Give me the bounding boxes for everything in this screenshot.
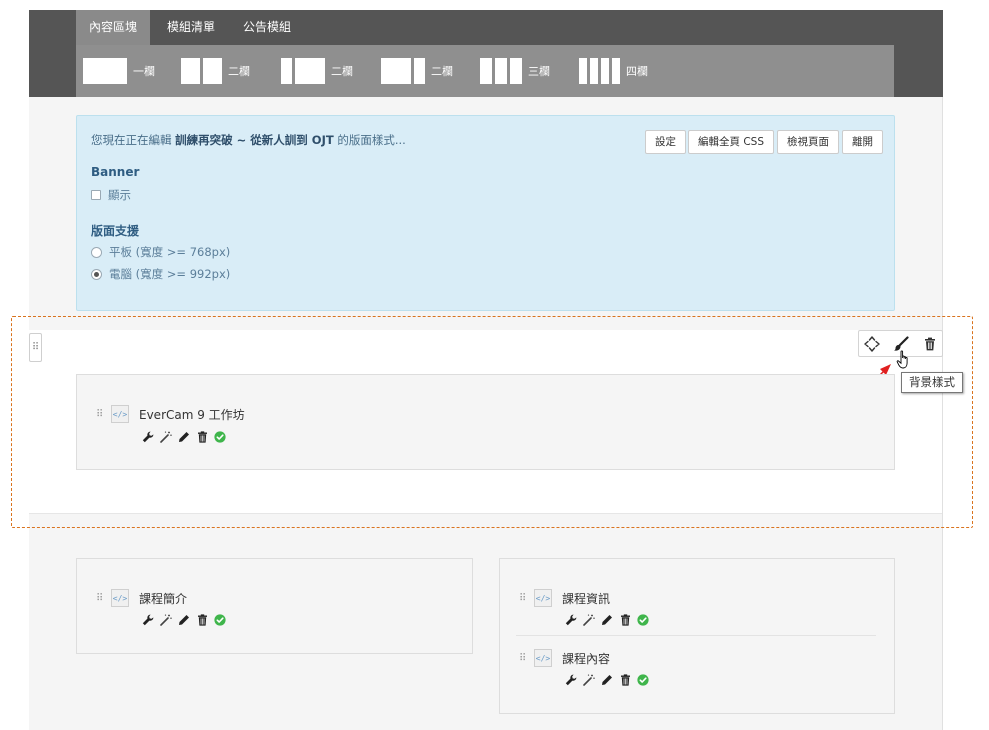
drag-handle-icon[interactable]: ⠿ <box>519 593 531 604</box>
page-settings-panel: 您現在正在編輯 訓練再突破 ~ 從新人訓到 OJT 的版面樣式... 設定 編輯… <box>76 115 895 311</box>
layout-label: 一欄 <box>133 65 155 78</box>
three-column-icon <box>480 58 522 84</box>
banner-show-label: 顯示 <box>108 188 131 202</box>
module-title: 課程內容 <box>562 651 611 666</box>
code-block-icon: </> <box>534 649 552 667</box>
magic-wand-icon[interactable] <box>583 674 595 686</box>
tablet-radio[interactable] <box>91 246 102 258</box>
trash-icon[interactable] <box>196 431 208 443</box>
module-actions <box>565 614 649 626</box>
tab-strip: 內容區塊 模組清單 公告模組 <box>76 10 894 45</box>
layout-one-column[interactable]: 一欄 <box>83 58 155 84</box>
column-layout-bar: 一欄 二欄 二欄 二欄 三欄 四欄 <box>76 45 894 97</box>
layout-label: 二欄 <box>331 65 353 78</box>
banner-show-checkbox[interactable] <box>91 190 101 200</box>
layout-support-title: 版面支援 <box>91 224 140 238</box>
code-block-icon: </> <box>534 589 552 607</box>
module-actions <box>142 431 226 443</box>
tablet-option[interactable]: 平板 (寬度 >= 768px) <box>91 244 230 260</box>
drag-handle-icon[interactable]: ⠿ <box>96 409 108 420</box>
desktop-option[interactable]: 電腦 (寬度 >= 992px) <box>91 266 230 282</box>
view-page-button[interactable]: 檢視頁面 <box>777 130 839 154</box>
layout-label: 四欄 <box>626 65 648 78</box>
tab-announcement-module[interactable]: 公告模組 <box>230 10 304 45</box>
module-actions <box>142 614 226 626</box>
module-title: 課程資訊 <box>562 591 611 606</box>
module-box-right-column <box>499 558 895 714</box>
tab-module-list[interactable]: 模組清單 <box>154 10 228 45</box>
module-evercam: ⠿ </> EverCam 9 工作坊 <box>96 405 245 423</box>
magic-wand-icon[interactable] <box>160 614 172 626</box>
layout-label: 二欄 <box>431 65 453 78</box>
pencil-icon[interactable] <box>601 614 613 626</box>
banner-show-option[interactable]: 顯示 <box>91 187 131 203</box>
settings-button[interactable]: 設定 <box>645 130 686 154</box>
check-circle-icon[interactable] <box>214 431 226 443</box>
drag-handle-icon[interactable]: ⠿ <box>519 653 531 664</box>
magic-wand-icon[interactable] <box>160 431 172 443</box>
wrench-icon[interactable] <box>565 674 577 686</box>
trash-icon[interactable] <box>619 674 631 686</box>
two-column-wide-right-icon <box>281 58 325 84</box>
wrench-icon[interactable] <box>142 614 154 626</box>
editing-notice: 您現在正在編輯 訓練再突破 ~ 從新人訓到 OJT 的版面樣式... <box>91 132 406 148</box>
banner-title: Banner <box>91 165 140 179</box>
module-actions <box>565 674 649 686</box>
module-title: EverCam 9 工作坊 <box>139 407 245 422</box>
one-column-icon <box>83 58 127 84</box>
check-circle-icon[interactable] <box>214 614 226 626</box>
layout-four-column[interactable]: 四欄 <box>579 58 648 84</box>
trash-icon[interactable] <box>619 614 631 626</box>
layout-two-column-wide-right[interactable]: 二欄 <box>281 58 353 84</box>
leave-button[interactable]: 離開 <box>842 130 883 154</box>
check-circle-icon[interactable] <box>637 614 649 626</box>
wrench-icon[interactable] <box>142 431 154 443</box>
code-block-icon: </> <box>111 405 129 423</box>
two-column-wide-left-icon <box>381 58 425 84</box>
desktop-label: 電腦 (寬度 >= 992px) <box>109 267 231 281</box>
layout-two-column-wide-left[interactable]: 二欄 <box>381 58 453 84</box>
module-intro: ⠿ </> 課程簡介 <box>96 589 187 607</box>
tablet-label: 平板 (寬度 >= 768px) <box>109 245 231 259</box>
desktop-radio[interactable] <box>91 268 102 280</box>
two-column-equal-icon <box>181 58 222 84</box>
pencil-icon[interactable] <box>601 674 613 686</box>
layout-label: 三欄 <box>528 65 550 78</box>
check-circle-icon[interactable] <box>637 674 649 686</box>
module-divider <box>516 635 876 636</box>
drag-handle-icon[interactable]: ⠿ <box>96 593 108 604</box>
four-column-icon <box>579 58 620 84</box>
module-content: ⠿ </> 課程內容 <box>519 649 610 667</box>
layout-label: 二欄 <box>228 65 250 78</box>
pencil-icon[interactable] <box>178 431 190 443</box>
tab-content-blocks[interactable]: 內容區塊 <box>76 10 151 45</box>
module-title: 課程簡介 <box>139 591 188 606</box>
editing-prefix: 您現在正在編輯 <box>91 133 172 147</box>
edit-css-button[interactable]: 編輯全頁 CSS <box>688 130 774 154</box>
pencil-icon[interactable] <box>178 614 190 626</box>
course-name: 訓練再突破 ~ 從新人訓到 OJT <box>175 133 334 147</box>
trash-icon[interactable] <box>196 614 208 626</box>
code-block-icon: </> <box>111 589 129 607</box>
layout-two-column-equal[interactable]: 二欄 <box>181 58 250 84</box>
magic-wand-icon[interactable] <box>583 614 595 626</box>
layout-three-column[interactable]: 三欄 <box>480 58 550 84</box>
editing-suffix: 的版面樣式... <box>337 133 406 147</box>
wrench-icon[interactable] <box>565 614 577 626</box>
module-info: ⠿ </> 課程資訊 <box>519 589 610 607</box>
